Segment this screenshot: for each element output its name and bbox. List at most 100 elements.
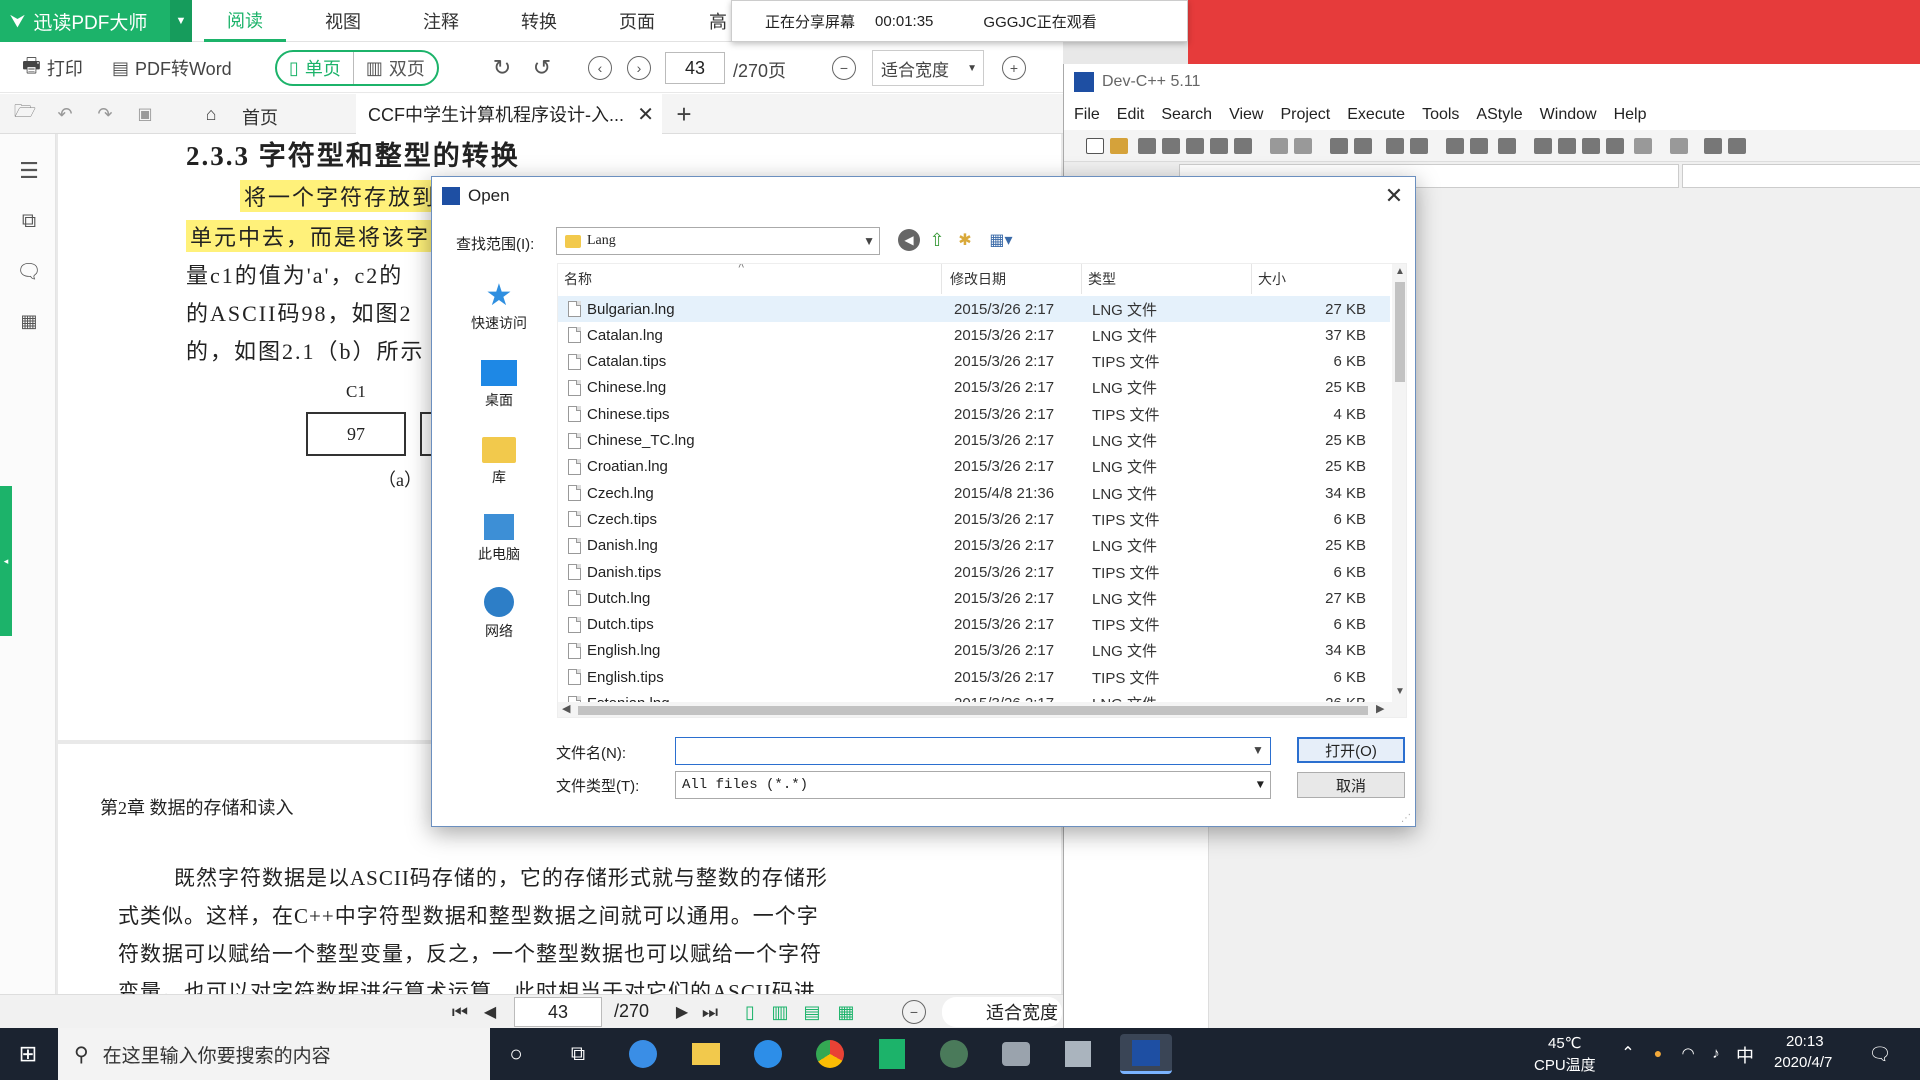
tray-app-icon[interactable]: ● xyxy=(1648,1042,1668,1064)
devmenu-window[interactable]: Window xyxy=(1540,106,1597,124)
thumbnails-icon[interactable]: ⧉ xyxy=(16,208,42,234)
devmenu-file[interactable]: File xyxy=(1074,106,1100,124)
outline-icon[interactable]: ☰ xyxy=(16,158,42,184)
file-row[interactable]: Chinese.tips 2015/3/26 2:17 TIPS 文件 4 KB xyxy=(558,401,1390,427)
column-size[interactable]: 大小 xyxy=(1252,264,1390,294)
home-tab[interactable]: 首页 xyxy=(242,104,278,130)
vertical-scroll-thumb[interactable] xyxy=(1395,282,1405,382)
profile-icon[interactable] xyxy=(1728,138,1746,154)
convert-icon[interactable]: ▦ xyxy=(16,308,42,334)
compile-icon[interactable] xyxy=(1534,138,1552,154)
rotate-cw-icon[interactable]: ↻ xyxy=(488,54,516,82)
lookin-select[interactable]: Lang ▼ xyxy=(556,227,880,255)
devmenu-project[interactable]: Project xyxy=(1280,106,1330,124)
column-type[interactable]: 类型 xyxy=(1082,264,1252,294)
sidebar-collapse-handle[interactable]: ◂ xyxy=(0,486,12,636)
continuous-view-icon[interactable]: ▤ xyxy=(800,999,824,1025)
menu-tab-advanced[interactable]: 高 xyxy=(706,0,730,42)
bottom-page-input[interactable]: 43 xyxy=(514,997,602,1027)
devmenu-execute[interactable]: Execute xyxy=(1347,106,1405,124)
open-folder-icon[interactable]: 🗁 xyxy=(12,101,38,126)
horizontal-scrollbar[interactable]: ◀ ▶ xyxy=(558,702,1392,717)
next-page-bottom-icon[interactable]: ▶ xyxy=(670,999,694,1025)
next-page-icon[interactable]: › xyxy=(627,56,651,80)
double-view-icon[interactable]: ▥ xyxy=(768,999,792,1025)
menu-tab-view[interactable]: 视图 xyxy=(302,0,384,42)
scroll-right-icon[interactable]: ▶ xyxy=(1376,702,1384,715)
print-file-icon[interactable] xyxy=(1234,138,1252,154)
devcpp-method-combo[interactable] xyxy=(1682,164,1920,188)
resize-grip-icon[interactable]: ⋰ xyxy=(1401,813,1411,824)
save-icon[interactable]: ▣ xyxy=(132,102,158,126)
file-row[interactable]: English.lng 2015/3/26 2:17 LNG 文件 34 KB xyxy=(558,638,1390,664)
view-menu-icon[interactable]: ▦▾ xyxy=(984,229,1018,251)
rotate-ccw-icon[interactable]: ↺ xyxy=(528,54,556,82)
open-button[interactable]: 打开(O) xyxy=(1297,737,1405,763)
pdf-to-word-button[interactable]: ▤ PDF转Word xyxy=(112,51,232,85)
open-file-icon[interactable] xyxy=(1110,138,1128,154)
debug-icon[interactable] xyxy=(1704,138,1722,154)
windows-start-icon[interactable]: ⊞ xyxy=(14,1040,42,1068)
menu-tab-convert[interactable]: 转换 xyxy=(498,0,580,42)
close-file-icon[interactable] xyxy=(1186,138,1204,154)
taskbar-app-explorer[interactable] xyxy=(686,1034,726,1074)
indent-icon[interactable] xyxy=(1446,138,1464,154)
filename-dropdown-icon[interactable]: ▼ xyxy=(1252,743,1264,757)
prev-page-bottom-icon[interactable]: ◀ xyxy=(478,999,502,1025)
bottom-zoom-out-icon[interactable]: − xyxy=(902,1000,926,1024)
cancel-button[interactable]: 取消 xyxy=(1297,772,1405,798)
taskbar-app-pdf[interactable] xyxy=(872,1034,912,1074)
clock-date[interactable]: 2020/4/7 xyxy=(1774,1054,1832,1071)
tray-expand-icon[interactable]: ⌃ xyxy=(1618,1042,1638,1064)
dev-redo-icon[interactable] xyxy=(1294,138,1312,154)
last-page-icon[interactable]: ⏭ xyxy=(698,999,722,1025)
place-quick-access[interactable]: ★ 快速访问 xyxy=(449,263,549,333)
file-row[interactable]: Catalan.lng 2015/3/26 2:17 LNG 文件 37 KB xyxy=(558,322,1390,348)
filetype-select[interactable]: All files (*.*) ▼ xyxy=(675,771,1271,799)
double-page-button[interactable]: ▥ 双页 xyxy=(354,52,437,84)
file-row[interactable]: Czech.lng 2015/4/8 21:36 LNG 文件 34 KB xyxy=(558,480,1390,506)
place-this-pc[interactable]: 此电脑 xyxy=(449,494,549,564)
run-icon[interactable] xyxy=(1558,138,1576,154)
stop-icon[interactable] xyxy=(1670,138,1688,154)
wifi-icon[interactable]: ◠ xyxy=(1678,1042,1698,1064)
brand-dropdown-icon[interactable]: ▼ xyxy=(170,0,192,42)
volume-icon[interactable]: ♪ xyxy=(1706,1042,1726,1064)
taskbar-app-devcpp[interactable] xyxy=(1120,1034,1172,1074)
save-all-icon[interactable] xyxy=(1162,138,1180,154)
prev-page-icon[interactable]: ‹ xyxy=(588,56,612,80)
home-icon[interactable]: ⌂ xyxy=(198,102,224,126)
document-tab[interactable]: CCF中学生计算机程序设计-入... ✕ xyxy=(356,94,662,134)
page-number-input[interactable]: 43 xyxy=(665,52,725,84)
find-next-icon[interactable] xyxy=(1386,138,1404,154)
vertical-scrollbar[interactable]: ▲ ▼ xyxy=(1392,264,1406,717)
ime-indicator[interactable]: 中 xyxy=(1736,1042,1754,1068)
book-view-icon[interactable]: ▦ xyxy=(834,999,858,1025)
file-row[interactable]: Chinese_TC.lng 2015/3/26 2:17 LNG 文件 25 KB xyxy=(558,428,1390,454)
close-icon[interactable]: ✕ xyxy=(1381,183,1407,209)
menu-tab-page[interactable]: 页面 xyxy=(596,0,678,42)
undo-icon[interactable]: ↶ xyxy=(52,102,78,126)
comments-icon[interactable]: 🗨 xyxy=(16,258,42,284)
zoom-select[interactable]: 适合宽度 ▼ xyxy=(872,50,984,86)
taskbar-app-browser[interactable] xyxy=(748,1034,788,1074)
column-name[interactable]: 名称 xyxy=(558,264,942,294)
scroll-down-icon[interactable]: ▼ xyxy=(1395,686,1405,697)
cortana-icon[interactable]: ○ xyxy=(502,1040,530,1068)
file-row[interactable]: Chinese.lng 2015/3/26 2:17 LNG 文件 25 KB xyxy=(558,375,1390,401)
zoom-out-icon[interactable]: − xyxy=(832,56,856,80)
new-file-icon[interactable] xyxy=(1086,138,1104,154)
scroll-left-icon[interactable]: ◀ xyxy=(562,702,570,715)
dev-undo-icon[interactable] xyxy=(1270,138,1288,154)
file-row[interactable]: Danish.tips 2015/3/26 2:17 TIPS 文件 6 KB xyxy=(558,559,1390,585)
place-desktop[interactable]: 桌面 xyxy=(449,340,549,410)
goto-line-icon[interactable] xyxy=(1410,138,1428,154)
new-folder-icon[interactable]: ✱ xyxy=(954,229,976,251)
file-row[interactable]: Dutch.lng 2015/3/26 2:17 LNG 文件 27 KB xyxy=(558,585,1390,611)
filename-input[interactable] xyxy=(675,737,1271,765)
place-network[interactable]: 网络 xyxy=(449,571,549,641)
check-syntax-icon[interactable] xyxy=(1634,138,1652,154)
menu-tab-read[interactable]: 阅读 xyxy=(204,0,286,42)
replace-icon[interactable] xyxy=(1354,138,1372,154)
devmenu-help[interactable]: Help xyxy=(1614,106,1647,124)
